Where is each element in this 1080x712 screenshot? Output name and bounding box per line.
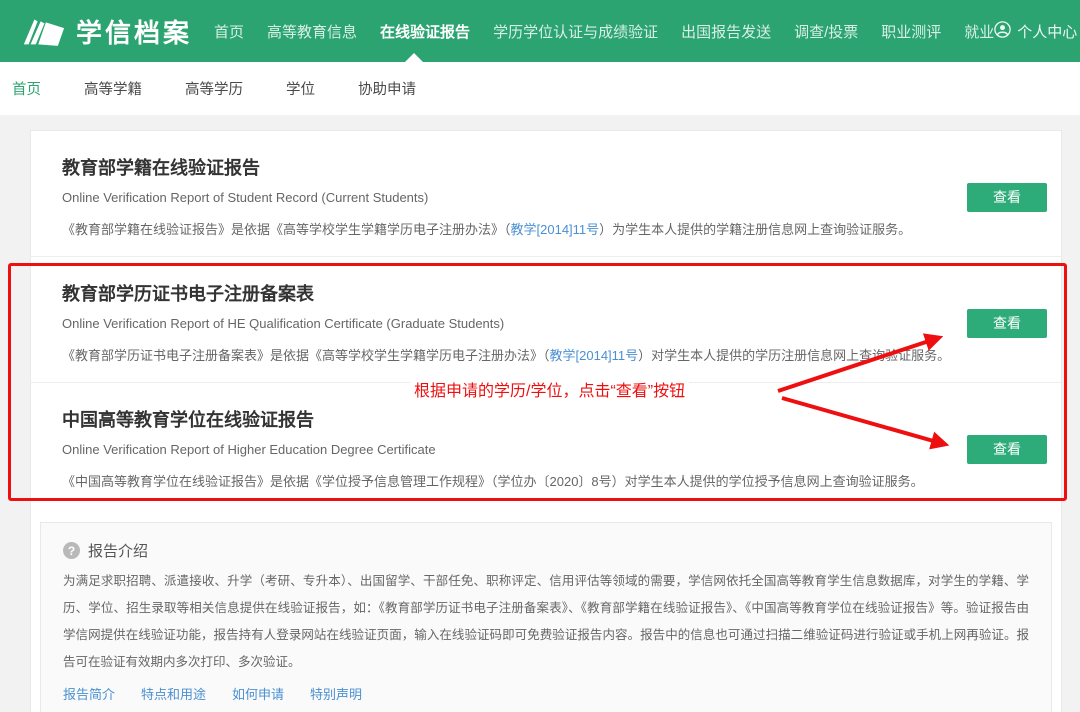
desc-text: 《教育部学历证书电子注册备案表》是依据《高等学校学生学籍学历电子注册办法》（ xyxy=(62,348,550,363)
sub-nav-degree[interactable]: 学位 xyxy=(286,78,315,99)
top-nav-credential-authentication[interactable]: 学历学位认证与成绩验证 xyxy=(493,21,658,42)
link-special-statement[interactable]: 特别声明 xyxy=(310,684,362,703)
report-description: 《中国高等教育学位在线验证报告》是依据《学位授予信息管理工作规程》（学位办〔20… xyxy=(62,473,1047,490)
link-how-to-apply[interactable]: 如何申请 xyxy=(232,684,284,703)
view-button-qualification[interactable]: 查看 xyxy=(967,309,1047,338)
intro-links: 报告简介 特点和用途 如何申请 特别声明 xyxy=(63,684,1029,703)
report-subtitle-en: Online Verification Report of Student Re… xyxy=(62,190,1047,206)
view-button-student-record[interactable]: 查看 xyxy=(967,183,1047,212)
report-intro-panel: ? 报告介绍 为满足求职招聘、派遣接收、升学（考研、专升本）、出国留学、干部任免… xyxy=(40,522,1052,712)
report-description: 《教育部学历证书电子注册备案表》是依据《高等学校学生学籍学历电子注册办法》（教学… xyxy=(62,347,1047,364)
active-tab-notch xyxy=(405,53,423,62)
sub-nav-assisted-application[interactable]: 协助申请 xyxy=(358,78,416,99)
top-nav: 首页 高等教育信息 在线验证报告 学历学位认证与成绩验证 出国报告发送 调查/投… xyxy=(214,21,994,42)
user-menu-label: 个人中心 xyxy=(1017,21,1077,42)
report-subtitle-en: Online Verification Report of HE Qualifi… xyxy=(62,316,1047,332)
user-icon xyxy=(994,21,1011,42)
top-nav-higher-education-info[interactable]: 高等教育信息 xyxy=(267,21,357,42)
top-nav-employment[interactable]: 就业 xyxy=(964,21,994,42)
link-features-uses[interactable]: 特点和用途 xyxy=(141,684,206,703)
top-nav-overseas-report[interactable]: 出国报告发送 xyxy=(681,21,771,42)
desc-text: ）对学生本人提供的学历注册信息网上查询验证服务。 xyxy=(638,348,950,363)
brand-logo[interactable]: 学信档案 xyxy=(20,13,192,50)
regulation-link[interactable]: 教学[2014]11号 xyxy=(550,348,639,363)
main-card: 教育部学籍在线验证报告 Online Verification Report o… xyxy=(30,130,1062,712)
user-menu[interactable]: 个人中心 xyxy=(994,21,1080,42)
sub-nav-student-record[interactable]: 高等学籍 xyxy=(84,78,142,99)
question-circle-icon: ? xyxy=(63,542,80,559)
view-button-degree[interactable]: 查看 xyxy=(967,435,1047,464)
desc-text: 《中国高等教育学位在线验证报告》是依据《学位授予信息管理工作规程》（学位办〔20… xyxy=(62,474,924,489)
report-title: 教育部学籍在线验证报告 xyxy=(62,158,1047,179)
intro-title: 报告介绍 xyxy=(88,540,148,561)
link-report-overview[interactable]: 报告简介 xyxy=(63,684,115,703)
annotation-label: 根据申请的学历/学位，点击“查看”按钮 xyxy=(410,377,689,401)
sub-nav: 首页 高等学籍 高等学历 学位 协助申请 xyxy=(0,62,1080,115)
report-title: 中国高等教育学位在线验证报告 xyxy=(62,410,1047,431)
report-title: 教育部学历证书电子注册备案表 xyxy=(62,284,1047,305)
brand-name: 学信档案 xyxy=(76,13,192,50)
top-nav-online-verification-report[interactable]: 在线验证报告 xyxy=(380,21,470,42)
regulation-link[interactable]: 教学[2014]11号 xyxy=(511,222,600,237)
report-student-record: 教育部学籍在线验证报告 Online Verification Report o… xyxy=(31,131,1061,256)
desc-text: 《教育部学籍在线验证报告》是依据《高等学校学生学籍学历电子注册办法》（ xyxy=(62,222,511,237)
top-nav-survey-vote[interactable]: 调查/投票 xyxy=(794,21,858,42)
desc-text: ）为学生本人提供的学籍注册信息网上查询验证服务。 xyxy=(599,222,911,237)
intro-header: ? 报告介绍 xyxy=(63,540,1029,561)
report-qualification-certificate: 教育部学历证书电子注册备案表 Online Verification Repor… xyxy=(31,256,1061,382)
report-description: 《教育部学籍在线验证报告》是依据《高等学校学生学籍学历电子注册办法》（教学[20… xyxy=(62,221,1047,238)
paper-stack-icon xyxy=(20,13,66,49)
top-header: 学信档案 首页 高等教育信息 在线验证报告 学历学位认证与成绩验证 出国报告发送… xyxy=(0,0,1080,62)
intro-paragraph: 为满足求职招聘、派遣接收、升学（考研、专升本）、出国留学、干部任免、职称评定、信… xyxy=(63,568,1029,676)
top-nav-career-test[interactable]: 职业测评 xyxy=(881,21,941,42)
sub-nav-home[interactable]: 首页 xyxy=(12,78,41,99)
report-subtitle-en: Online Verification Report of Higher Edu… xyxy=(62,442,1047,458)
top-nav-home[interactable]: 首页 xyxy=(214,21,244,42)
sub-nav-qualification[interactable]: 高等学历 xyxy=(185,78,243,99)
